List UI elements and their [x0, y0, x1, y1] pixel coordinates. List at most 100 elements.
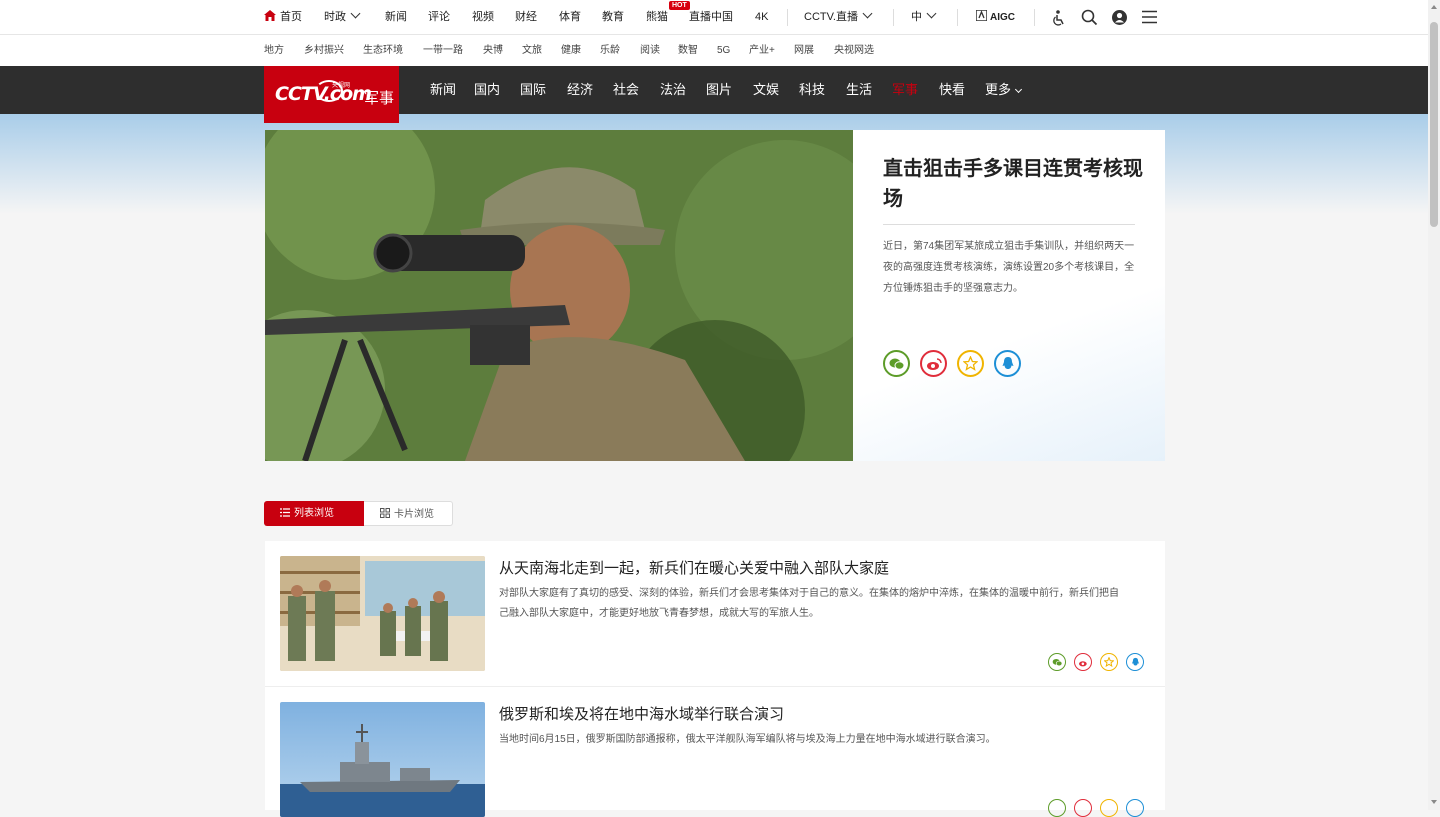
favorite-icon — [963, 356, 978, 371]
wechat-icon — [889, 358, 904, 370]
mainnav-international[interactable]: 国际 — [520, 66, 546, 114]
qq-icon — [1131, 657, 1139, 666]
subnav-item[interactable]: 乐龄 — [600, 35, 620, 66]
home-link[interactable]: 首页 — [264, 0, 302, 35]
language-dropdown[interactable]: 中 — [911, 0, 937, 35]
subnav-item[interactable]: 文旅 — [522, 35, 542, 66]
divider — [787, 9, 788, 26]
mainnav-tech[interactable]: 科技 — [799, 66, 825, 114]
mainnav-more[interactable]: 更多 — [985, 66, 1023, 114]
subnav-item[interactable]: 5G — [717, 35, 730, 66]
logo-cn: 央视网 — [332, 83, 351, 89]
favorite-button[interactable] — [957, 350, 984, 377]
mainnav-life[interactable]: 生活 — [846, 66, 872, 114]
subnav-item[interactable]: 地方 — [264, 35, 284, 66]
nav-news[interactable]: 新闻 — [385, 0, 407, 35]
mainnav-photos[interactable]: 图片 — [706, 66, 732, 114]
aigc-icon — [975, 9, 988, 22]
favorite-button[interactable] — [1100, 799, 1118, 817]
weibo-icon — [926, 357, 942, 370]
cctv-live-dropdown[interactable]: CCTV.直播 — [804, 0, 873, 35]
mainnav-society[interactable]: 社会 — [613, 66, 639, 114]
qq-icon — [1002, 357, 1013, 369]
chevron-down-icon — [1014, 85, 1023, 94]
hero-image[interactable] — [265, 130, 853, 461]
subnav-item[interactable]: 网展 — [794, 35, 814, 66]
subnav-item[interactable]: 一带一路 — [423, 35, 463, 66]
mainnav-law[interactable]: 法治 — [660, 66, 686, 114]
logo-brand: CCTV.com — [275, 83, 372, 105]
article-summary: 当地时间6月15日，俄罗斯国防部通报称，俄太平洋舰队海军编队将与埃及海上力量在地… — [499, 734, 996, 745]
view-toggle: 列表浏览 卡片浏览 — [264, 501, 453, 526]
hero-title[interactable]: 直击狙击手多课目连贯考核现场 — [883, 154, 1143, 214]
weibo-share-button[interactable] — [920, 350, 947, 377]
scrollbar-thumb[interactable] — [1430, 22, 1438, 227]
subnav-item[interactable]: 健康 — [561, 35, 581, 66]
subnav-item[interactable]: 央视网选 — [834, 35, 874, 66]
qq-share-button[interactable] — [994, 350, 1021, 377]
share-bar — [1048, 799, 1144, 817]
main-nav: 新闻 国内 国际 经济 社会 法治 图片 文娱 科技 生活 军事 快看 更多 — [0, 66, 1428, 114]
subnav-item[interactable]: 产业+ — [749, 35, 775, 66]
scrollbar[interactable] — [1428, 0, 1440, 810]
logo-channel: 军事 — [364, 90, 395, 107]
nav-video[interactable]: 视频 — [472, 0, 494, 35]
subnav-item[interactable]: 乡村振兴 — [304, 35, 344, 66]
top-bar: 首页 时政 新闻 评论 视频 财经 体育 教育 熊猫 HOT 直播中国 4K C… — [0, 0, 1428, 35]
mainnav-military[interactable]: 军事 — [892, 66, 918, 114]
card-view-button[interactable]: 卡片浏览 — [364, 501, 453, 526]
mainnav-economy[interactable]: 经济 — [567, 66, 593, 114]
divider — [893, 9, 894, 26]
nav-education[interactable]: 教育 — [602, 0, 624, 35]
nav-sports[interactable]: 体育 — [559, 0, 581, 35]
divider — [883, 224, 1135, 225]
weibo-share-button[interactable] — [1074, 653, 1092, 671]
article-thumbnail[interactable] — [280, 556, 485, 671]
nav-live-china[interactable]: 直播中国 — [689, 0, 733, 35]
subnav-item[interactable]: 生态环境 — [363, 35, 403, 66]
list-view-button[interactable]: 列表浏览 — [264, 501, 364, 526]
nav-politics[interactable]: 时政 — [324, 0, 361, 35]
grid-icon — [380, 508, 390, 518]
hero-text-panel: 直击狙击手多课目连贯考核现场 近日，第74集团军某旅成立狙击手集训队，并组织两天… — [853, 130, 1165, 461]
article-list: 从天南海北走到一起，新兵们在暖心关爱中融入部队大家庭 对部队大家庭有了真切的感受… — [265, 541, 1165, 817]
subnav-item[interactable]: 阅读 — [640, 35, 660, 66]
weibo-share-button[interactable] — [1074, 799, 1092, 817]
scroll-up-arrow-icon[interactable] — [1431, 5, 1437, 9]
scroll-down-arrow-icon[interactable] — [1431, 800, 1437, 804]
wechat-share-button[interactable] — [883, 350, 910, 377]
chevron-down-icon — [350, 8, 361, 19]
wechat-share-button[interactable] — [1048, 799, 1066, 817]
nav-comment[interactable]: 评论 — [428, 0, 450, 35]
favorite-button[interactable] — [1100, 653, 1118, 671]
nav-4k[interactable]: 4K — [755, 0, 768, 35]
subnav-item[interactable]: 央博 — [483, 35, 503, 66]
aigc-link[interactable]: AIGC — [975, 0, 1015, 35]
user-icon[interactable] — [1111, 9, 1128, 26]
weibo-icon — [1078, 660, 1087, 666]
qq-share-button[interactable] — [1126, 653, 1144, 671]
accessibility-icon[interactable] — [1051, 9, 1067, 26]
cctv-military-logo[interactable]: CCTV.com 央视网 军事 — [264, 66, 399, 123]
wechat-icon — [1052, 658, 1062, 666]
article-title[interactable]: 从天南海北走到一起，新兵们在暖心关爱中融入部队大家庭 — [499, 557, 889, 578]
article-title[interactable]: 俄罗斯和埃及将在地中海水域举行联合演习 — [499, 703, 784, 724]
secondary-nav: 地方 乡村振兴 生态环境 一带一路 央博 文旅 健康 乐龄 阅读 数智 5G 产… — [0, 35, 1428, 66]
search-icon[interactable] — [1081, 9, 1098, 26]
nav-finance[interactable]: 财经 — [515, 0, 537, 35]
mainnav-entertainment[interactable]: 文娱 — [753, 66, 779, 114]
mainnav-news[interactable]: 新闻 — [430, 66, 456, 114]
article-thumbnail[interactable] — [280, 702, 485, 817]
qq-share-button[interactable] — [1126, 799, 1144, 817]
mainnav-kuaikan[interactable]: 快看 — [939, 66, 965, 114]
mainnav-domestic[interactable]: 国内 — [474, 66, 500, 114]
subnav-item[interactable]: 数智 — [678, 35, 698, 66]
hero-description: 近日，第74集团军某旅成立狙击手集训队，并组织两天一夜的高强度连贯考核演练，演练… — [883, 241, 1135, 294]
menu-icon[interactable] — [1141, 10, 1158, 24]
sniper-photo — [265, 130, 853, 461]
nav-panda[interactable]: 熊猫 — [646, 0, 668, 35]
hot-badge: HOT — [669, 1, 690, 10]
list-item: 从天南海北走到一起，新兵们在暖心关爱中融入部队大家庭 对部队大家庭有了真切的感受… — [265, 541, 1165, 687]
chevron-down-icon — [926, 8, 937, 19]
wechat-share-button[interactable] — [1048, 653, 1066, 671]
